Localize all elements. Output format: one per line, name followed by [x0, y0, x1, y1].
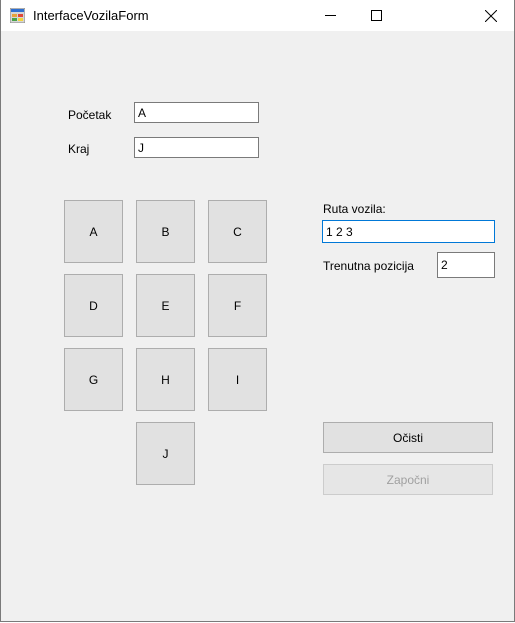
grid-button-g[interactable]: G [64, 348, 123, 411]
grid-button-a[interactable]: A [64, 200, 123, 263]
route-input[interactable] [322, 220, 495, 243]
grid-button-c[interactable]: C [208, 200, 267, 263]
start-input[interactable] [134, 102, 259, 123]
close-button[interactable] [468, 0, 514, 31]
title-bar[interactable]: InterfaceVozilaForm [1, 0, 514, 31]
grid-button-b[interactable]: B [136, 200, 195, 263]
form-client-area: Početak Kraj A B C D E F G H I J Ruta vo… [1, 31, 514, 621]
grid-button-i[interactable]: I [208, 348, 267, 411]
clear-button[interactable]: Očisti [323, 422, 493, 453]
start-label: Početak [68, 108, 112, 122]
window-title: InterfaceVozilaForm [33, 8, 149, 23]
grid-button-e[interactable]: E [136, 274, 195, 337]
start-button[interactable]: Započni [323, 464, 493, 495]
minimize-icon [324, 15, 336, 16]
route-label: Ruta vozila: [323, 202, 386, 216]
grid-button-h[interactable]: H [136, 348, 195, 411]
position-label: Trenutna pozicija [323, 259, 414, 273]
grid-button-d[interactable]: D [64, 274, 123, 337]
grid-button-j[interactable]: J [136, 422, 195, 485]
grid-button-f[interactable]: F [208, 274, 267, 337]
position-input[interactable] [437, 252, 495, 278]
end-label: Kraj [68, 142, 90, 156]
minimize-button[interactable] [307, 0, 353, 31]
close-icon [485, 9, 497, 22]
app-window: InterfaceVozilaForm Početak Kraj A B C [0, 0, 515, 622]
maximize-icon [370, 10, 382, 21]
maximize-button[interactable] [353, 0, 399, 31]
end-input[interactable] [134, 137, 259, 158]
winforms-app-icon [10, 8, 25, 23]
